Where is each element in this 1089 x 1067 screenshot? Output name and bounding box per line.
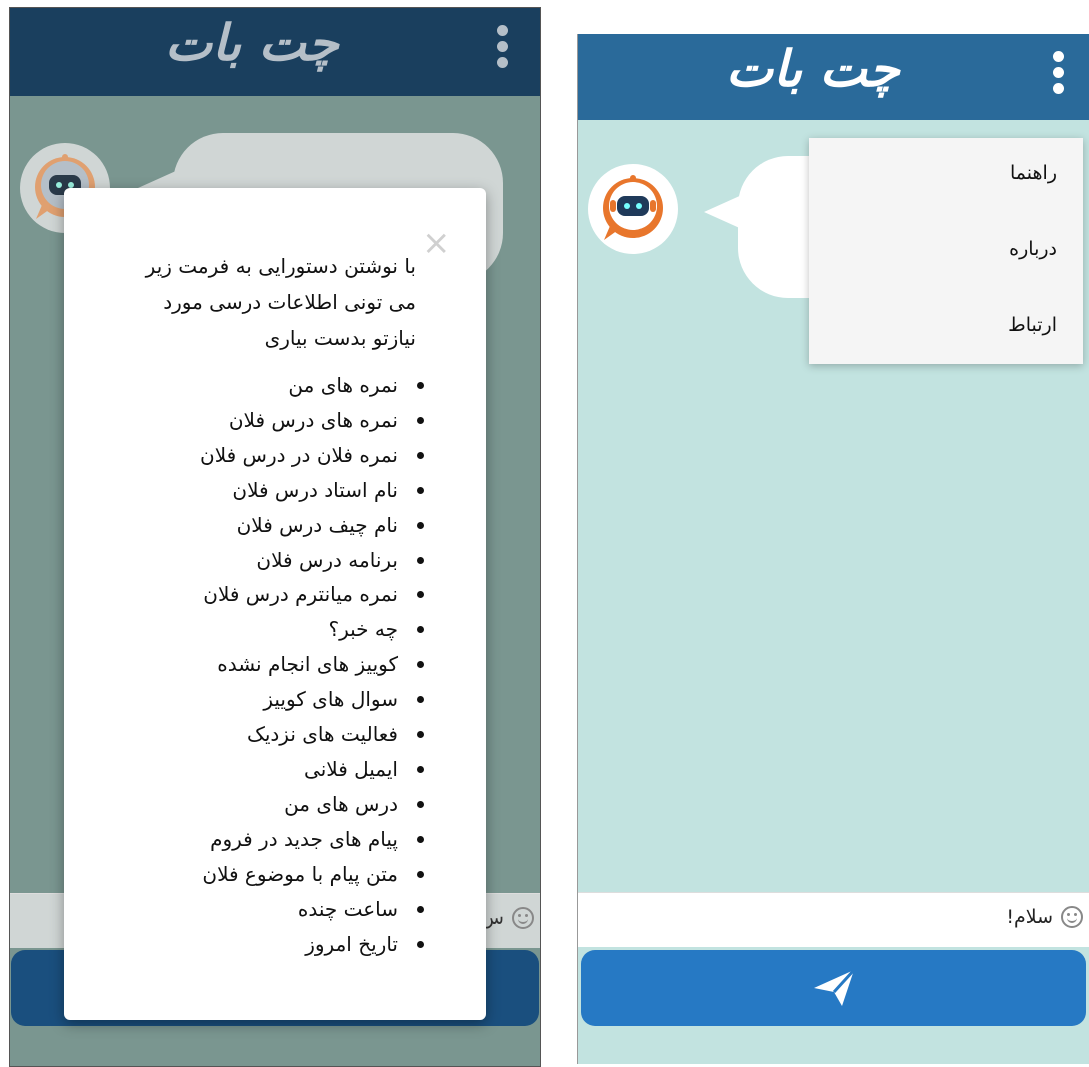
command-item: نام استاد درس فلان xyxy=(200,473,428,508)
help-intro-line: می تونی اطلاعات درسی مورد xyxy=(163,290,416,314)
close-icon[interactable]: × xyxy=(422,226,451,260)
command-item: ایمیل فلانی xyxy=(200,752,428,787)
send-button[interactable] xyxy=(581,950,1086,1026)
command-list: نمره های من نمره های درس فلان نمره فلان … xyxy=(200,368,428,961)
menu-item-about[interactable]: درباره xyxy=(1009,238,1057,260)
kebab-menu-icon[interactable] xyxy=(495,25,509,73)
command-item: نمره فلان در درس فلان xyxy=(200,438,428,473)
command-item: فعالیت های نزدیک xyxy=(200,717,428,752)
app-header: چت بات xyxy=(10,8,540,96)
command-item: تاریخ امروز xyxy=(200,927,428,962)
command-item: سوال های کوییز xyxy=(200,682,428,717)
right-screen: چت بات راهنما درباره ارتباط سلام! xyxy=(577,34,1089,1064)
options-dropdown: راهنما درباره ارتباط xyxy=(809,138,1083,364)
app-title: چت بات xyxy=(726,40,900,98)
help-intro: با نوشتن دستورایی به فرمت زیر می تونی اط… xyxy=(96,248,416,356)
help-intro-line: با نوشتن دستورایی به فرمت زیر xyxy=(145,254,416,278)
command-item: نمره های درس فلان xyxy=(200,403,428,438)
smiley-icon[interactable] xyxy=(512,907,534,929)
message-input[interactable]: سلام! xyxy=(578,892,1089,947)
command-item: نام چیف درس فلان xyxy=(200,508,428,543)
command-item: ساعت چنده xyxy=(200,892,428,927)
left-screen: چت بات س × با نوشتن دستورایی به فرمت زیر… xyxy=(9,7,541,1067)
bot-avatar-icon xyxy=(588,164,678,254)
command-item: درس های من xyxy=(200,787,428,822)
command-item: کوییز های انجام نشده xyxy=(200,647,428,682)
command-item: نمره های من xyxy=(200,368,428,403)
app-title: چت بات xyxy=(165,14,339,72)
message-input-text: سلام! xyxy=(1006,906,1053,928)
command-item: چه خبر؟ xyxy=(200,612,428,647)
command-item: متن پیام با موضوع فلان xyxy=(200,857,428,892)
command-item: نمره میانترم درس فلان xyxy=(200,577,428,612)
kebab-menu-icon[interactable] xyxy=(1051,51,1065,99)
command-item: پیام های جدید در فروم xyxy=(200,822,428,857)
send-icon xyxy=(813,968,855,1006)
smiley-icon[interactable] xyxy=(1061,906,1083,928)
command-item: برنامه درس فلان xyxy=(200,543,428,578)
help-intro-line: نیازتو بدست بیاری xyxy=(264,326,416,350)
menu-item-contact[interactable]: ارتباط xyxy=(1008,314,1057,336)
menu-item-help[interactable]: راهنما xyxy=(1010,162,1057,184)
app-header: چت بات xyxy=(578,34,1089,120)
help-modal: × با نوشتن دستورایی به فرمت زیر می تونی … xyxy=(64,188,486,1020)
